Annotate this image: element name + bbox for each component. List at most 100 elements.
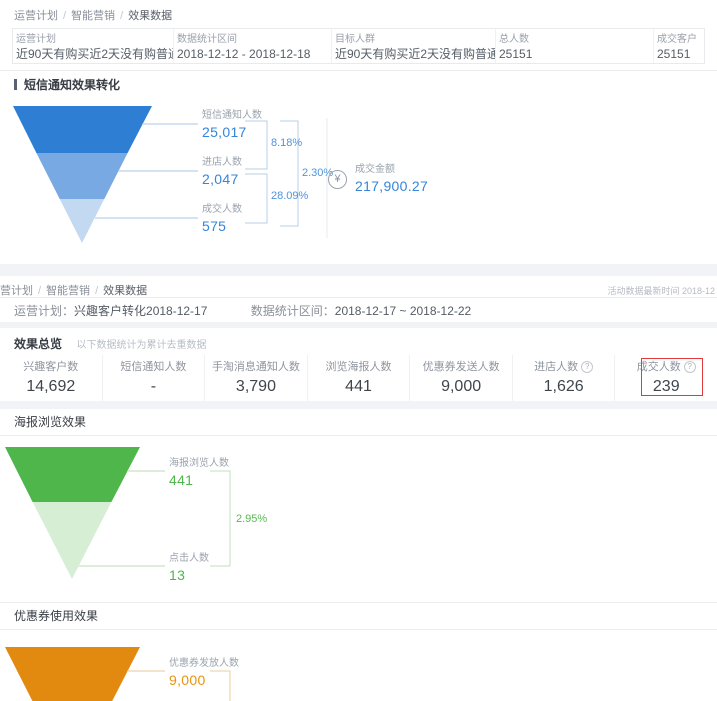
yen-circle-icon: ¥ <box>328 170 347 189</box>
field-label: 数据统计区间 <box>177 34 331 45</box>
stat-value: 9,000 <box>410 378 512 396</box>
poster-funnel-chart: 海报浏览人数 441 点击人数 13 2.95% <box>0 436 717 596</box>
stat-label: 兴趣客户数 <box>0 361 102 374</box>
breadcrumb-current: 效果数据 <box>128 10 172 22</box>
funnel-level-notified: 短信通知人数 25,017 <box>202 110 262 140</box>
breadcrumb-current: 效果数据 <box>103 285 147 297</box>
stat-value: 1,626 <box>513 378 615 396</box>
section-gap <box>0 264 717 276</box>
stat-interest-customers: 兴趣客户数 14,692 <box>0 355 102 401</box>
funnel-level-clicks: 点击人数 13 <box>169 553 209 583</box>
stat-app-message-notified: 手淘消息通知人数 3,790 <box>204 355 307 401</box>
breadcrumb-item-marketing[interactable]: 智能营销 <box>46 285 90 297</box>
level-value: 13 <box>169 568 209 583</box>
field-value: 2018-12-12 - 2018-12-18 <box>177 48 331 61</box>
breadcrumb-item-marketing[interactable]: 智能营销 <box>71 10 115 22</box>
deal-amount-value: 217,900.27 <box>355 179 428 194</box>
breadcrumb-separator: / <box>120 10 123 22</box>
poster-section: 海报浏览效果 海报浏览人数 441 点击人数 13 2.95% <box>0 409 717 596</box>
stat-value: - <box>103 378 205 396</box>
deal-amount-block: ¥ 成交金额 217,900.27 <box>328 164 428 194</box>
level-value: 9,000 <box>169 673 239 688</box>
report2-meta-row: 运营计划：兴趣客户转化2018-12-17 数据统计区间：2018-12-17 … <box>0 298 717 322</box>
title-bar-decoration <box>14 79 17 90</box>
stat-store-visitors: 进店人数? 1,626 <box>512 355 615 401</box>
stat-label: 短信通知人数 <box>103 361 205 374</box>
meta-range-value: 2018-12-17 ~ 2018-12-22 <box>335 304 471 318</box>
stat-label: 成交人数? <box>615 361 717 374</box>
dashboard-page: 运营计划 / 智能营销 / 效果数据 运营计划 近90天有购买近2天没有购普通 数据统计… <box>0 0 717 669</box>
funnel-level-visited: 进店人数 2,047 <box>202 157 242 187</box>
summary-field-total: 总人数 25151 <box>495 29 653 63</box>
field-label: 成交客户 <box>657 34 704 45</box>
stat-value: 14,692 <box>0 378 102 396</box>
field-value: 近90天有购买近2天没有购普通客户 <box>335 48 495 61</box>
field-value: 25151 <box>499 48 653 61</box>
overview-note: 以下数据统计为累计去重数据 <box>76 340 206 351</box>
field-label: 运营计划 <box>16 34 173 45</box>
level-value: 2,047 <box>202 172 242 187</box>
coupon-funnel-chart: 优惠券发放人数 9,000 <box>0 630 717 701</box>
section-gap <box>0 401 717 409</box>
funnel-level-poster-views: 海报浏览人数 441 <box>169 458 229 488</box>
stat-sms-notified: 短信通知人数 - <box>102 355 205 401</box>
conversion-rate-step1: 8.18% <box>271 137 302 149</box>
sms-conversion-section: 短信通知效果转化 短信通知人数 25,017 进店人数 2,047 <box>0 70 717 264</box>
stat-label: 手淘消息通知人数 <box>205 361 307 374</box>
level-label: 点击人数 <box>169 553 209 565</box>
section-title-poster: 海报浏览效果 <box>0 409 717 436</box>
coupon-section: 优惠券使用效果 优惠券发放人数 9,000 <box>0 602 717 701</box>
level-value: 575 <box>202 219 242 234</box>
funnel-level-coupon-issued: 优惠券发放人数 9,000 <box>169 658 239 688</box>
info-circle-icon[interactable]: ? <box>581 361 593 373</box>
stat-deal-customers: 成交人数? 239 <box>614 355 717 401</box>
info-circle-icon[interactable]: ? <box>684 361 696 373</box>
conversion-rate-poster: 2.95% <box>236 513 267 525</box>
breadcrumb-report1: 运营计划 / 智能营销 / 效果数据 <box>0 0 717 24</box>
breadcrumb-separator: / <box>63 10 66 22</box>
level-label: 进店人数 <box>202 157 242 169</box>
stat-value: 441 <box>308 378 410 396</box>
funnel-svg-poster <box>0 436 717 596</box>
meta-plan-label: 运营计划： <box>14 304 74 318</box>
overview-stats-row: 兴趣客户数 14,692 短信通知人数 - 手淘消息通知人数 3,790 浏览海… <box>0 355 717 401</box>
section-title-coupon: 优惠券使用效果 <box>0 602 717 630</box>
section-title-text: 短信通知效果转化 <box>24 78 120 92</box>
field-value: 25151 <box>657 48 704 61</box>
summary-field-plan: 运营计划 近90天有购买近2天没有购普通 <box>13 29 173 63</box>
breadcrumb-separator: / <box>38 285 41 297</box>
level-label: 成交人数 <box>202 204 242 216</box>
breadcrumb-separator: / <box>95 285 98 297</box>
level-label: 优惠券发放人数 <box>169 658 239 670</box>
stat-label: 进店人数? <box>513 361 615 374</box>
funnel-level-deal: 成交人数 575 <box>202 204 242 234</box>
deal-amount-label: 成交金额 <box>355 164 428 176</box>
breadcrumb-item-plan[interactable]: 营计划 <box>0 285 33 297</box>
stat-value: 3,790 <box>205 378 307 396</box>
stat-label: 优惠券发送人数 <box>410 361 512 374</box>
overview-title-row: 效果总览 以下数据统计为累计去重数据 <box>0 328 717 355</box>
section-title-sms: 短信通知效果转化 <box>0 71 717 92</box>
field-value: 近90天有购买近2天没有购普通 <box>16 48 173 61</box>
overview-title: 效果总览 <box>14 337 62 351</box>
summary-field-audience: 目标人群 近90天有购买近2天没有购普通客户 <box>331 29 495 63</box>
sms-funnel-chart: 短信通知人数 25,017 进店人数 2,047 成交人数 575 8.18% … <box>0 96 717 264</box>
stat-coupon-sent: 优惠券发送人数 9,000 <box>409 355 512 401</box>
breadcrumb-item-plan[interactable]: 运营计划 <box>14 10 58 22</box>
data-updated-timestamp: 活动数据最新时间 2018-12 <box>607 284 715 297</box>
level-label: 短信通知人数 <box>202 110 262 122</box>
level-label: 海报浏览人数 <box>169 458 229 470</box>
meta-plan-value: 兴趣客户转化2018-12-17 <box>74 304 207 318</box>
campaign-summary-card: 运营计划 近90天有购买近2天没有购普通 数据统计区间 2018-12-12 -… <box>12 28 705 64</box>
summary-field-date-range: 数据统计区间 2018-12-12 - 2018-12-18 <box>173 29 331 63</box>
level-value: 25,017 <box>202 125 262 140</box>
stat-label: 浏览海报人数 <box>308 361 410 374</box>
breadcrumb-report2: 营计划 / 智能营销 / 效果数据 活动数据最新时间 2018-12 <box>0 276 717 298</box>
conversion-rate-step2: 28.09% <box>271 190 308 202</box>
meta-range-label: 数据统计区间： <box>251 304 335 318</box>
level-value: 441 <box>169 473 229 488</box>
field-label: 目标人群 <box>335 34 495 45</box>
stat-poster-viewers: 浏览海报人数 441 <box>307 355 410 401</box>
summary-field-deal-customers: 成交客户 25151 <box>653 29 704 63</box>
field-label: 总人数 <box>499 34 653 45</box>
